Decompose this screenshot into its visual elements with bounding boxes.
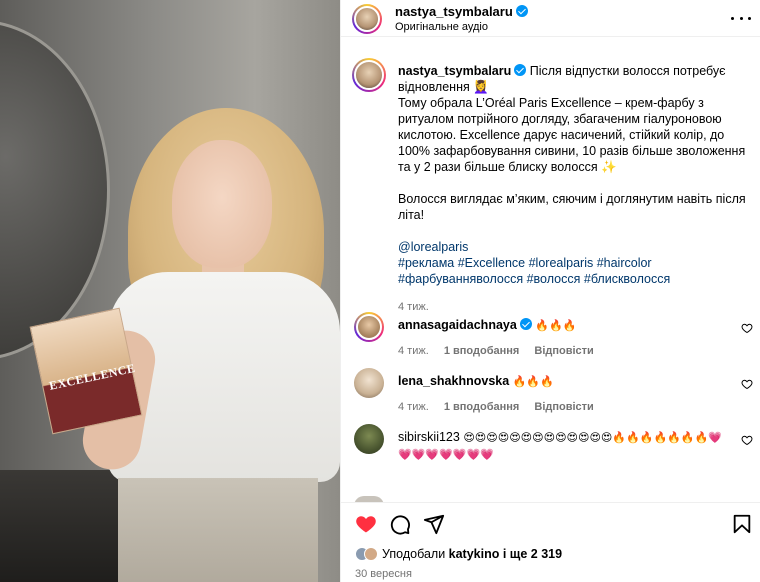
comment-username[interactable]: annasagaidachnaya xyxy=(398,318,517,332)
comment-username[interactable]: sibirskii123 xyxy=(398,430,460,444)
media-person-pants xyxy=(118,478,318,582)
liker-avatar xyxy=(364,547,378,561)
media-person-face xyxy=(172,140,272,268)
post-actions-bar: Уподобали katykino і ще 2 319 30 вересня xyxy=(341,502,760,582)
post-panel: nastya_tsymbalaru Оригінальне аудіо nast… xyxy=(340,0,760,582)
comment-text: 🔥🔥🔥 xyxy=(512,375,554,388)
save-bookmark-icon[interactable] xyxy=(731,513,753,535)
likes-user[interactable]: katykino xyxy=(449,547,500,561)
verified-badge-icon xyxy=(514,64,527,76)
more-options-icon[interactable] xyxy=(731,8,751,28)
audio-label[interactable]: Оригінальне аудіо xyxy=(395,21,488,33)
caption-author-username[interactable]: nastya_tsymbalaru xyxy=(398,64,511,78)
author-username-row[interactable]: nastya_tsymbalaru xyxy=(395,4,528,19)
comment-avatar[interactable] xyxy=(354,368,384,398)
comment-reply-button[interactable]: Відповісти xyxy=(534,401,593,413)
comment-time[interactable]: 4 тиж. xyxy=(398,345,429,357)
caption-line-3: Волосся виглядає м’яким, сяючим і доглян… xyxy=(398,192,746,222)
comment-item: sibirskii123 😍😍😍😍😍😍😍😍😍😍😍😍😍🔥🔥🔥🔥🔥🔥🔥💗💗💗💗💗💗💗… xyxy=(341,424,760,480)
comment-like-heart-icon[interactable] xyxy=(741,378,753,390)
likes-prefix: Уподобали xyxy=(382,547,449,561)
product-box-label: EXCELLENCE xyxy=(47,360,137,393)
caption-mention-link[interactable]: @lorealparis xyxy=(398,239,748,255)
caption-hashtags-2[interactable]: #фарбуванняволосся #волосся #блискволосс… xyxy=(398,271,748,287)
caption-hashtags-1[interactable]: #реклама #Excellence #lorealparis #hairc… xyxy=(398,255,748,271)
comment-text-row: sibirskii123 😍😍😍😍😍😍😍😍😍😍😍😍😍🔥🔥🔥🔥🔥🔥🔥💗💗💗💗💗💗💗… xyxy=(398,429,728,463)
comment-time[interactable]: 4 тиж. xyxy=(398,401,429,413)
comment-like-heart-icon[interactable] xyxy=(741,322,753,334)
like-heart-icon[interactable] xyxy=(355,513,377,535)
author-avatar[interactable] xyxy=(352,4,382,34)
comment-likes[interactable]: 1 вподобання xyxy=(444,345,519,357)
comment-text: 🔥🔥🔥 xyxy=(535,319,577,332)
comment-like-heart-icon[interactable] xyxy=(741,434,753,446)
caption-line-2: Тому обрала L’Oréal Paris Excellence – к… xyxy=(398,96,746,174)
comment-reply-button[interactable]: Відповісти xyxy=(534,345,593,357)
comment-meta: 4 тиж. 1 вподобання Відповісти xyxy=(398,401,594,413)
comment-bubble-icon[interactable] xyxy=(389,513,411,535)
comment-likes[interactable]: 1 вподобання xyxy=(444,401,519,413)
comment-avatar[interactable] xyxy=(354,424,384,454)
share-send-icon[interactable] xyxy=(423,513,445,535)
comment-text-row: annasagaidachnaya 🔥🔥🔥 xyxy=(398,317,728,334)
post-date[interactable]: 30 вересня xyxy=(355,568,412,580)
post-media[interactable]: EXCELLENCE xyxy=(0,0,340,582)
likes-summary[interactable]: Уподобали katykino і ще 2 319 xyxy=(355,547,562,561)
comment-text-row: lena_shakhnovska 🔥🔥🔥 xyxy=(398,373,728,390)
caption-author-avatar[interactable] xyxy=(352,58,386,92)
verified-badge-icon xyxy=(515,5,528,17)
author-username[interactable]: nastya_tsymbalaru xyxy=(395,4,513,19)
comment-username[interactable]: lena_shakhnovska xyxy=(398,374,509,388)
comment-avatar[interactable] xyxy=(354,312,384,342)
comment-item: annasagaidachnaya 🔥🔥🔥 4 тиж. 1 вподобанн… xyxy=(341,312,760,368)
verified-badge-icon xyxy=(519,318,532,330)
comments-scroll-area[interactable]: nastya_tsymbalaru Після відпустки волосс… xyxy=(341,38,760,502)
likes-count[interactable]: і ще 2 319 xyxy=(499,547,562,561)
comment-item: lena_shakhnovska 🔥🔥🔥 4 тиж. 1 вподобання… xyxy=(341,368,760,424)
comment-meta: 4 тиж. 1 вподобання Відповісти xyxy=(398,345,594,357)
caption-body: nastya_tsymbalaru Після відпустки волосс… xyxy=(398,63,748,287)
post-header: nastya_tsymbalaru Оригінальне аудіо xyxy=(341,0,760,37)
